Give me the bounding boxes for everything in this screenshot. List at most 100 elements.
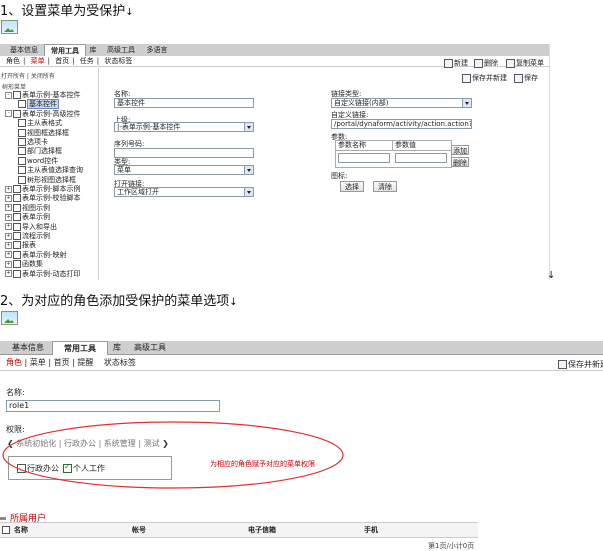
tree-item[interactable]: - 表单示例-高级控件 xyxy=(5,109,81,118)
tab-multilang[interactable]: 多语言 xyxy=(144,44,170,56)
param-name-input[interactable] xyxy=(338,153,390,163)
checkbox[interactable] xyxy=(18,100,26,109)
name-input[interactable]: 基本控件 xyxy=(114,98,254,108)
remove-param-button[interactable]: 删除 xyxy=(451,157,469,167)
tree-item-label: 表单示例-脚本示例 xyxy=(22,185,81,193)
param-value-input[interactable] xyxy=(395,153,447,163)
checkbox[interactable] xyxy=(13,269,21,278)
subnav-role[interactable]: 角色 xyxy=(6,358,22,367)
tree-item[interactable]: 部门选择框 xyxy=(18,147,62,156)
expand-icon[interactable]: + xyxy=(5,270,12,278)
role-name-input[interactable]: role1 xyxy=(6,400,220,412)
tree-item[interactable]: 主从表值选择查询 xyxy=(18,166,83,175)
checkbox[interactable] xyxy=(18,147,26,156)
save-new-button[interactable]: 保存并新建 xyxy=(462,73,507,83)
tree-item[interactable]: + 流程示例 xyxy=(5,232,50,240)
tree-item[interactable]: 树形视图选择框 xyxy=(18,175,76,184)
sep: | xyxy=(96,57,100,65)
clear-icon-button[interactable]: 清除 xyxy=(373,181,397,192)
step2-arrow: ↓ xyxy=(229,297,238,308)
tree-item[interactable]: + 表单示例-校验脚本 xyxy=(5,194,81,203)
save-button[interactable]: 保存 xyxy=(514,73,538,83)
copy-menu-button[interactable]: 复制菜单 xyxy=(506,58,544,68)
expand-icon[interactable]: + xyxy=(5,241,12,249)
delete-button[interactable]: 删除 xyxy=(474,58,498,68)
parent-select[interactable]: |-表单示例-基本控件 xyxy=(114,122,254,132)
subnav-menu[interactable]: 菜单 xyxy=(31,57,45,65)
subnav-status-tag[interactable]: 状态标签 xyxy=(104,358,136,367)
tree-controls[interactable]: 打开所有 | 关闭所有 xyxy=(1,71,55,80)
checkbox[interactable] xyxy=(13,232,21,240)
checkbox[interactable] xyxy=(13,241,21,250)
checkbox[interactable] xyxy=(18,166,26,175)
checkbox[interactable] xyxy=(18,156,26,165)
subnav-status-tag[interactable]: 状态标签 xyxy=(104,57,132,65)
checkbox[interactable] xyxy=(13,203,21,212)
tree-item[interactable]: 基本控件 xyxy=(18,99,59,110)
select-all-checkbox[interactable] xyxy=(2,526,10,534)
collapse-icon[interactable]: - xyxy=(5,91,12,99)
checkbox[interactable] xyxy=(18,175,26,184)
params-table: 参数名称 参数值 xyxy=(335,140,452,168)
subnav-task[interactable]: 任务 xyxy=(80,57,94,65)
checkbox[interactable] xyxy=(13,250,21,259)
collapse-icon[interactable] xyxy=(0,517,6,520)
expand-icon[interactable]: + xyxy=(5,204,12,212)
subnav-menu[interactable]: 菜单 xyxy=(30,358,46,367)
type-select[interactable]: 菜单 xyxy=(114,165,254,175)
checkbox[interactable] xyxy=(13,109,21,118)
collapse-icon[interactable]: - xyxy=(5,110,12,118)
tree-item[interactable]: + 函数集 xyxy=(5,260,43,269)
tree-item[interactable]: word控件 xyxy=(18,156,58,165)
tree-item[interactable]: + 视图示例 xyxy=(5,203,50,212)
tree-item[interactable]: + 导入和导出 xyxy=(5,222,57,231)
tab-library[interactable]: 库 xyxy=(110,341,124,354)
checkbox[interactable] xyxy=(18,119,26,128)
subnav-role[interactable]: 角色 xyxy=(6,57,20,65)
checkbox[interactable] xyxy=(18,138,26,146)
choose-icon-button[interactable]: 选择 xyxy=(340,181,364,192)
expand-icon[interactable]: + xyxy=(5,260,12,268)
checkbox[interactable] xyxy=(13,194,21,203)
menu-tree: - 表单示例-基本控件 基本控件 - 表单示例-高级控件 主从表格式 视图框选择框 选项卡 部门… xyxy=(0,91,98,281)
expand-icon[interactable]: + xyxy=(5,185,12,193)
tab-basic-info[interactable]: 基本信息 xyxy=(8,341,48,354)
expand-icon[interactable]: + xyxy=(5,232,12,240)
tree-item[interactable]: - 表单示例-基本控件 xyxy=(5,91,81,99)
tab-advanced-tools[interactable]: 高级工具 xyxy=(104,44,138,56)
checkbox[interactable] xyxy=(18,128,26,137)
tree-item[interactable]: + 表单示例 xyxy=(5,213,50,222)
link-type-select[interactable]: 自定义链接(内部) xyxy=(331,98,472,108)
subnav-home[interactable]: 首页 xyxy=(54,358,70,367)
custom-link-input[interactable]: /portal/dynaform/activity/action.action?… xyxy=(331,119,472,129)
tree-item[interactable]: 主从表格式 xyxy=(18,119,62,128)
tree-item[interactable]: 视图框选择框 xyxy=(18,128,69,137)
checkbox[interactable] xyxy=(13,213,21,222)
col-name: 名称 xyxy=(14,526,28,534)
checkbox[interactable] xyxy=(13,260,21,269)
tree-item[interactable]: + 表单示例-脚本示例 xyxy=(5,185,81,193)
tree-item[interactable]: + 报表 xyxy=(5,241,36,250)
tab-basic-info[interactable]: 基本信息 xyxy=(4,44,44,56)
add-param-button[interactable]: 添加 xyxy=(451,145,469,155)
tree-item[interactable]: + 表单示例-动态打印 xyxy=(5,269,81,278)
open-select[interactable]: 工作区域打开 xyxy=(114,187,254,197)
new-button[interactable]: 新建 xyxy=(444,58,468,68)
tab-advanced-tools[interactable]: 高级工具 xyxy=(130,341,170,354)
subnav-reminder[interactable]: 提醒 xyxy=(77,358,93,367)
checkbox[interactable] xyxy=(13,185,21,193)
tree-item[interactable]: + 表单示例-映射 xyxy=(5,250,67,259)
order-input[interactable] xyxy=(114,148,254,158)
save-new-button[interactable]: 保存并新建 xyxy=(558,359,603,370)
expand-icon[interactable]: + xyxy=(5,213,12,221)
checkbox[interactable] xyxy=(13,222,21,231)
tab-library[interactable]: 库 xyxy=(86,44,100,56)
subnav-home[interactable]: 首页 xyxy=(55,57,69,65)
tree-item-label: 部门选择框 xyxy=(27,147,62,156)
expand-icon[interactable]: + xyxy=(5,194,12,202)
expand-icon[interactable]: + xyxy=(5,223,12,231)
tree-item[interactable]: 选项卡 xyxy=(18,138,48,146)
expand-icon[interactable]: + xyxy=(5,251,12,259)
checkbox[interactable] xyxy=(13,91,21,99)
tab-common-tools[interactable]: 常用工具 xyxy=(52,341,108,355)
